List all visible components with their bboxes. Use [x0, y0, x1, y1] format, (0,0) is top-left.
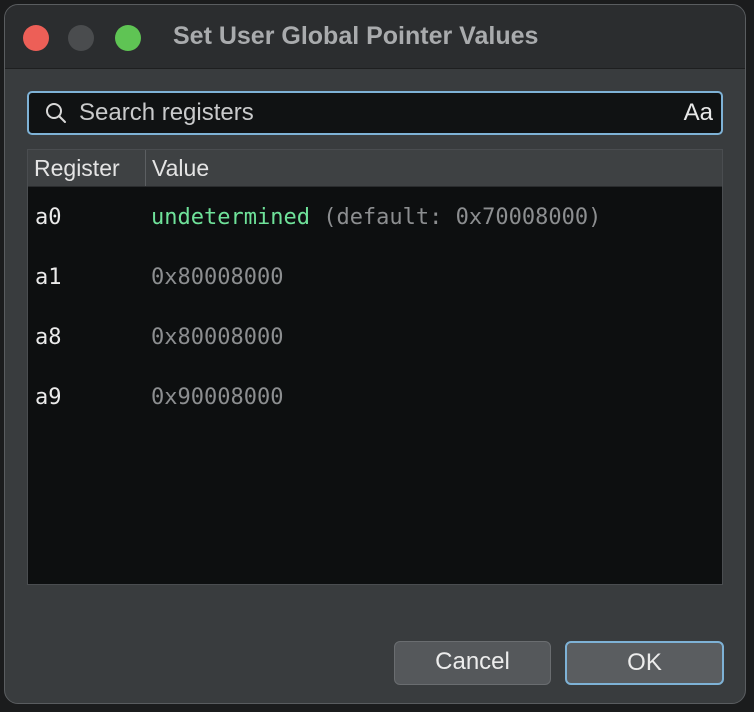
register-name: a0	[35, 205, 62, 230]
table-header: Register Value	[28, 150, 722, 187]
table-row[interactable]: a8 0x80008000	[28, 309, 722, 369]
column-header-register[interactable]: Register	[28, 150, 146, 186]
table-row[interactable]: a1 0x80008000	[28, 249, 722, 309]
dialog-window: Set User Global Pointer Values Aa Regist…	[4, 4, 746, 704]
column-header-value[interactable]: Value	[146, 150, 722, 186]
search-box[interactable]: Aa	[27, 91, 723, 135]
default-value-note: (default: 0x70008000)	[309, 205, 602, 230]
registers-table: Register Value a0 undetermined (default:…	[27, 149, 723, 585]
close-window-button[interactable]	[23, 25, 49, 51]
register-value[interactable]: 0x90008000	[151, 385, 283, 410]
register-name: a8	[35, 325, 62, 350]
table-row[interactable]: a0 undetermined (default: 0x70008000)	[28, 189, 722, 249]
register-value[interactable]: 0x80008000	[151, 265, 283, 290]
search-icon	[46, 103, 66, 123]
minimize-window-button[interactable]	[68, 25, 94, 51]
window-title: Set User Global Pointer Values	[173, 22, 539, 50]
register-value[interactable]: undetermined (default: 0x70008000)	[151, 205, 601, 230]
title-bar: Set User Global Pointer Values	[5, 5, 745, 69]
undetermined-value: undetermined	[151, 205, 310, 230]
register-name: a1	[35, 265, 62, 290]
search-input[interactable]	[79, 93, 659, 133]
zoom-window-button[interactable]	[115, 25, 141, 51]
register-name: a9	[35, 385, 62, 410]
match-case-toggle[interactable]: Aa	[684, 99, 713, 127]
ok-button[interactable]: OK	[565, 641, 724, 685]
cancel-button[interactable]: Cancel	[394, 641, 551, 685]
table-row[interactable]: a9 0x90008000	[28, 369, 722, 429]
register-value[interactable]: 0x80008000	[151, 325, 283, 350]
